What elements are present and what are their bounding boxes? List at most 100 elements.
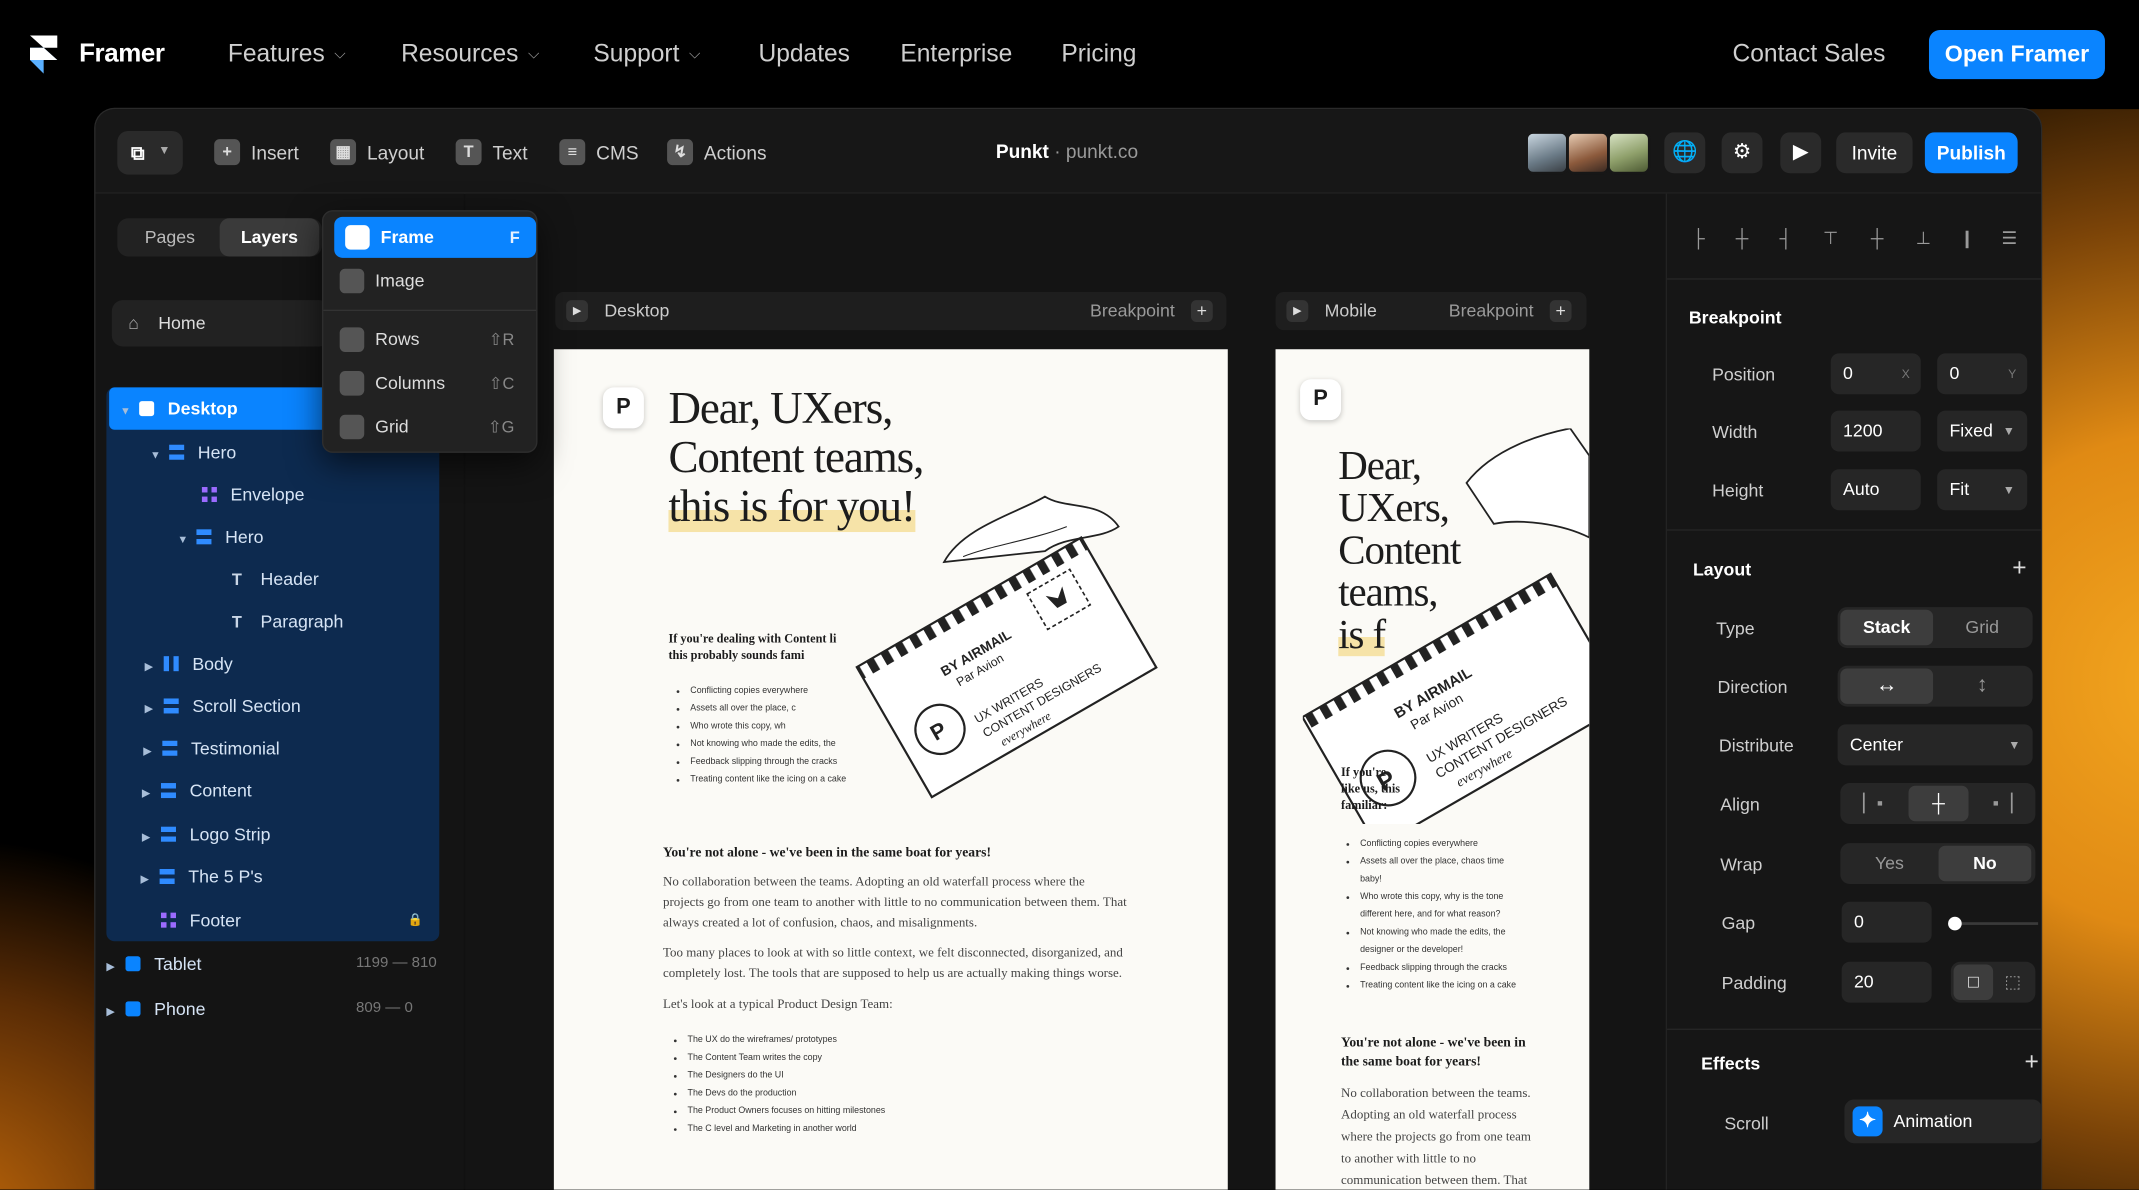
layer-tablet[interactable]: ▶ Tablet 1199 — 810 bbox=[106, 943, 436, 985]
page-home[interactable]: ⌂ Home bbox=[111, 300, 331, 347]
position-x-input[interactable]: 0X bbox=[1830, 353, 1921, 395]
project-title[interactable]: Punkt · punkt.co bbox=[996, 141, 1138, 163]
add-effect-icon[interactable]: + bbox=[2024, 1048, 2038, 1077]
layer-desktop[interactable]: ▼ Desktop bbox=[109, 387, 335, 430]
width-input[interactable]: 1200 bbox=[1830, 410, 1921, 452]
add-layout-icon[interactable]: + bbox=[2012, 554, 2026, 583]
mobile-intro[interactable]: If you're like us, this familiar: bbox=[1341, 764, 1400, 813]
nav-features[interactable]: Features ⌵ bbox=[228, 40, 346, 69]
hero-intro[interactable]: If you're dealing with Content li this p… bbox=[668, 630, 836, 663]
desktop-breakpoint-bar[interactable]: ▶ Desktop Breakpoint + bbox=[555, 291, 1227, 331]
layer-hero[interactable]: ▼ Hero bbox=[150, 431, 236, 473]
play-icon[interactable]: ▶ bbox=[1286, 300, 1309, 322]
height-mode-select[interactable]: Fit ▼ bbox=[1937, 469, 2028, 511]
height-input[interactable]: Auto bbox=[1830, 469, 1921, 511]
section-subhead[interactable]: You're not alone - we've been in the sam… bbox=[663, 846, 991, 861]
layer-hero-inner[interactable]: ▼ Hero bbox=[177, 516, 263, 558]
scroll-animation-button[interactable]: ✦ Animation bbox=[1844, 1099, 2041, 1144]
mobile-breakpoint-bar[interactable]: ▶ Mobile Breakpoint + bbox=[1275, 291, 1587, 331]
menu-item-rows[interactable]: Rows ⇧R bbox=[329, 319, 531, 360]
nav-updates[interactable]: Updates bbox=[758, 40, 849, 69]
paragraph[interactable]: Let's look at a typical Product Design T… bbox=[663, 996, 1127, 1016]
text-button[interactable]: T Text bbox=[455, 139, 528, 166]
tab-pages[interactable]: Pages bbox=[120, 218, 220, 256]
nav-pricing[interactable]: Pricing bbox=[1061, 40, 1136, 69]
gap-slider[interactable] bbox=[1948, 916, 2039, 931]
add-breakpoint-icon[interactable]: + bbox=[1190, 300, 1213, 322]
framer-logo-icon[interactable] bbox=[27, 33, 60, 77]
avatar[interactable] bbox=[1525, 130, 1569, 175]
position-y-input[interactable]: 0Y bbox=[1937, 353, 2028, 395]
collaborator-avatars[interactable] bbox=[1525, 130, 1651, 175]
distribute-select[interactable]: Center ▼ bbox=[1837, 724, 2033, 766]
layout-button[interactable]: ▦ Layout bbox=[330, 139, 424, 166]
nav-enterprise[interactable]: Enterprise bbox=[900, 40, 1012, 69]
layer-logo-strip[interactable]: ▶ Logo Strip bbox=[142, 813, 271, 855]
distribute-v-icon[interactable]: ☰ bbox=[1997, 226, 2022, 251]
mobile-frame[interactable]: P Dear, UXers, Content teams, is f P BY … bbox=[1275, 349, 1590, 1190]
width-mode-select[interactable]: Fixed ▼ bbox=[1937, 410, 2028, 452]
gap-input[interactable]: 0 bbox=[1841, 901, 1932, 943]
align-end-icon[interactable]: ▪▕ bbox=[1973, 786, 2033, 821]
play-icon[interactable]: ▶ bbox=[566, 300, 588, 322]
layer-content[interactable]: ▶ Content bbox=[142, 769, 252, 811]
mobile-paragraph[interactable]: No collaboration between the teams. Adop… bbox=[1341, 1083, 1532, 1189]
menu-item-image[interactable]: Image bbox=[329, 261, 531, 302]
avatar[interactable] bbox=[1607, 130, 1651, 175]
align-start-icon[interactable]: ▏▪ bbox=[1843, 786, 1903, 821]
layer-testimonial[interactable]: ▶ Testimonial bbox=[143, 727, 279, 769]
add-breakpoint-icon[interactable]: + bbox=[1549, 300, 1572, 322]
globe-icon[interactable]: 🌐 bbox=[1664, 132, 1706, 174]
align-center-icon[interactable]: ┼ bbox=[1908, 785, 1969, 822]
layer-phone[interactable]: ▶ Phone 809 — 0 bbox=[106, 988, 433, 1030]
slider-knob[interactable] bbox=[1948, 916, 1962, 931]
layer-body[interactable]: ▶ Body bbox=[145, 643, 233, 685]
align-right-icon[interactable]: ┤ bbox=[1773, 226, 1798, 251]
menu-item-frame[interactable]: Frame F bbox=[334, 216, 537, 258]
type-grid-option[interactable]: Grid bbox=[1936, 610, 2029, 645]
wrap-yes-option[interactable]: Yes bbox=[1843, 846, 1936, 881]
tab-layers[interactable]: Layers bbox=[219, 218, 320, 257]
settings-gear-icon[interactable]: ⚙ bbox=[1721, 132, 1763, 174]
layer-header[interactable]: T Header bbox=[232, 558, 319, 600]
preview-play-icon[interactable]: ▶ bbox=[1780, 132, 1822, 174]
align-middle-v-icon[interactable]: ┼ bbox=[1865, 226, 1890, 251]
contact-sales-link[interactable]: Contact Sales bbox=[1733, 40, 1886, 69]
actions-button[interactable]: ↯ Actions bbox=[667, 139, 767, 166]
distribute-h-icon[interactable]: ❙ bbox=[1955, 226, 1980, 251]
mobile-subhead[interactable]: You're not alone - we've been in the sam… bbox=[1341, 1034, 1532, 1072]
direction-vertical-icon[interactable]: ↕ bbox=[1936, 668, 2029, 703]
menu-item-columns[interactable]: Columns ⇧C bbox=[329, 363, 531, 404]
align-center-h-icon[interactable]: ┼ bbox=[1730, 226, 1755, 251]
nav-resources[interactable]: Resources ⌵ bbox=[401, 40, 539, 69]
layer-paragraph[interactable]: T Paragraph bbox=[232, 600, 343, 642]
padding-individual-icon[interactable]: ⬚ bbox=[1993, 964, 2033, 999]
padding-input[interactable]: 20 bbox=[1841, 961, 1932, 1003]
align-bottom-icon[interactable]: ⊥ bbox=[1911, 226, 1936, 251]
wrap-no-option[interactable]: No bbox=[1938, 845, 2032, 882]
paragraph[interactable]: Too many places to look at with so littl… bbox=[663, 944, 1127, 985]
envelope-illustration[interactable]: P BY AIRMAIL Par Avion UX WRITERS CONTEN… bbox=[827, 486, 1182, 813]
type-stack-option[interactable]: Stack bbox=[1840, 609, 1934, 646]
layer-the-5-ps[interactable]: ▶ The 5 P's bbox=[141, 855, 263, 897]
align-top-icon[interactable]: ⊤ bbox=[1818, 226, 1843, 251]
cms-button[interactable]: ≡ CMS bbox=[559, 139, 639, 166]
desktop-frame[interactable]: P Dear, UXers, Content teams, this is fo… bbox=[553, 349, 1228, 1190]
insert-button[interactable]: + Insert bbox=[214, 139, 299, 166]
canvas[interactable]: ▶ Desktop Breakpoint + ▶ Mobile Breakpoi… bbox=[465, 193, 1666, 1190]
brand-name[interactable]: Framer bbox=[79, 40, 165, 70]
layer-scroll-section[interactable]: ▶ Scroll Section bbox=[145, 685, 301, 727]
padding-uniform-icon[interactable]: □ bbox=[1953, 964, 1994, 1000]
menu-item-grid[interactable]: Grid ⇧G bbox=[329, 407, 531, 448]
main-menu-button[interactable]: ⧉ ▼ bbox=[117, 130, 183, 175]
publish-button[interactable]: Publish bbox=[1924, 132, 2018, 174]
avatar[interactable] bbox=[1566, 130, 1610, 175]
nav-support[interactable]: Support ⌵ bbox=[593, 40, 700, 69]
paragraph[interactable]: No collaboration between the teams. Adop… bbox=[663, 873, 1127, 934]
direction-horizontal-icon[interactable]: ↔ bbox=[1840, 668, 1934, 704]
invite-button[interactable]: Invite bbox=[1836, 132, 1913, 174]
open-framer-button[interactable]: Open Framer bbox=[1928, 30, 2105, 80]
align-left-icon[interactable]: ├ bbox=[1686, 226, 1711, 251]
layer-envelope[interactable]: Envelope bbox=[201, 473, 305, 515]
lock-icon[interactable]: 🔒 bbox=[408, 899, 423, 941]
